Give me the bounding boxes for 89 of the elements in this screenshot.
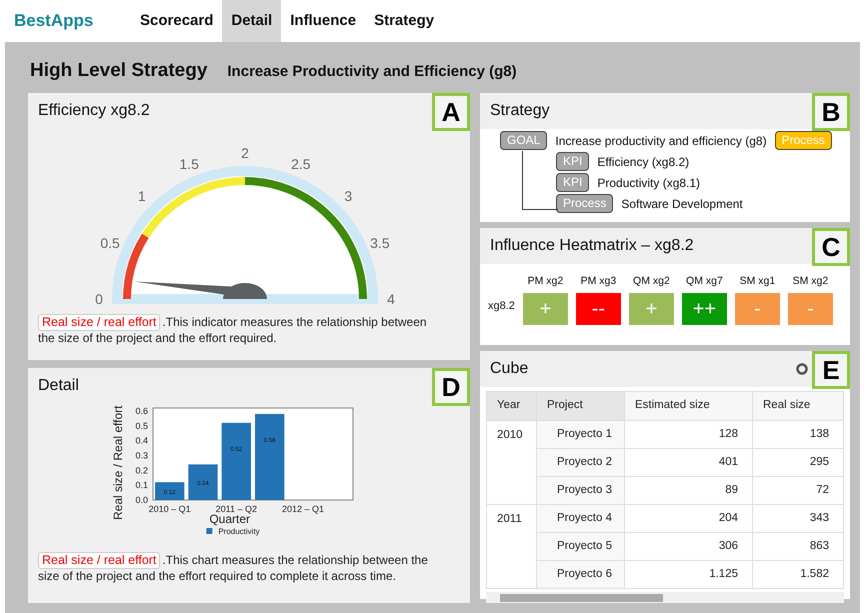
table-cell: 2011 xyxy=(497,513,522,525)
legend-label: Productivity xyxy=(218,527,260,536)
column-label: QM xg2 xyxy=(633,274,670,289)
gauge-tick-label: 0.5 xyxy=(100,235,120,252)
tree-item-label: Software Development xyxy=(621,196,743,212)
table-cell: 128 xyxy=(624,420,752,448)
column-label: SM xg1 xyxy=(740,274,776,289)
table-cell: Proyecto 1 xyxy=(536,420,624,448)
panel-marker: A xyxy=(432,93,470,131)
heat-cell: + xyxy=(628,292,674,325)
panel-marker: E xyxy=(812,351,850,389)
column-label: PM xg3 xyxy=(580,274,616,289)
table-cell: 204 xyxy=(624,504,752,532)
gauge-tick-label: 0 xyxy=(95,291,103,307)
row-label: xg8.2 xyxy=(488,299,515,314)
table-cell: 401 xyxy=(624,448,752,476)
tree-item-label: Productivity (xg8.1) xyxy=(597,174,700,192)
table-cell: 72 xyxy=(752,476,844,504)
description-text: Real size / real effort .This chart measures the relationship between the size of the project and the effort required to complete it across time. xyxy=(38,552,429,584)
panel-marker: D xyxy=(432,368,470,406)
gauge-tick-label: 2 xyxy=(241,145,249,161)
y-tick-label: 0.0 xyxy=(135,495,148,505)
node-tag: GOAL xyxy=(500,131,548,150)
y-tick-label: 0.4 xyxy=(135,436,148,446)
gauge-tick-label: 3.5 xyxy=(370,235,390,252)
table-cell: 295 xyxy=(752,448,844,476)
table-cell: 1.125 xyxy=(624,560,752,588)
panel-title: Influence Heatmatrix – xg8.2 xyxy=(490,236,694,256)
table-cell: Proyecto 4 xyxy=(536,504,624,532)
gauge-tick-label: 1 xyxy=(138,188,146,204)
goal-label: Increase productivity and efficiency (g8) xyxy=(555,132,767,150)
panel-title: Strategy xyxy=(490,101,550,121)
x-axis-label: Quarter xyxy=(209,512,250,526)
column-label: PM xg2 xyxy=(528,274,564,289)
description-text: Real size / real effort .This indicator measures the relationship between the size of the project and the effort required. xyxy=(38,314,428,346)
table-cell: Proyecto 5 xyxy=(536,532,624,560)
nav-tab[interactable]: Detail xyxy=(222,0,282,42)
column-header[interactable]: Estimated size xyxy=(624,392,752,420)
column-label: SM xg2 xyxy=(792,274,828,289)
panel-marker: B xyxy=(812,93,850,131)
search-icon[interactable] xyxy=(796,363,808,375)
y-tick-label: 0.6 xyxy=(135,406,148,416)
y-axis-label: Real size / Real effort xyxy=(111,406,125,520)
panel-marker: C xyxy=(812,228,850,266)
node-tag: KPI xyxy=(556,173,590,192)
table-cell: 2010 xyxy=(497,429,523,441)
node-tag: Process xyxy=(556,194,614,213)
tree-item-label: Efficiency (xg8.2) xyxy=(597,154,690,170)
horizontal-scrollbar[interactable] xyxy=(486,592,844,603)
table-cell: 1.582 xyxy=(752,560,844,588)
panel-title: Efficiency xg8.2 xyxy=(38,101,150,121)
table-cell: 863 xyxy=(752,532,844,560)
node-tag: KPI xyxy=(556,152,590,171)
heat-cell: - xyxy=(788,292,833,325)
gauge-tick-label: 2.5 xyxy=(291,156,311,172)
column-label: QM xg7 xyxy=(686,274,723,289)
column-header[interactable]: Real size xyxy=(752,392,844,420)
y-tick-label: 0.3 xyxy=(135,450,148,460)
x-tick-label: 2011 – Q2 xyxy=(216,504,258,514)
panel-title: Detail xyxy=(38,376,79,396)
brand-logo[interactable]: BestApps xyxy=(0,0,131,42)
metric-tag: Real size / real effort xyxy=(38,314,160,331)
heat-cell: ++ xyxy=(682,292,727,325)
table-cell: Proyecto 3 xyxy=(536,476,624,504)
column-header[interactable]: Year xyxy=(486,392,536,420)
heat-cell: + xyxy=(522,292,568,325)
table-cell: 343 xyxy=(752,504,844,532)
y-tick-label: 0.1 xyxy=(135,480,148,490)
column-header[interactable]: Project xyxy=(536,392,624,420)
gauge-tick-label: 4 xyxy=(387,291,395,307)
page-subtitle: Increase Productivity and Efficiency (g8) xyxy=(227,62,517,82)
x-tick-label: 2010 – Q1 xyxy=(148,504,191,514)
table-cell: Proyecto 6 xyxy=(536,560,624,588)
gauge-tick-label: 1.5 xyxy=(179,156,199,172)
gauge-tick-label: 3 xyxy=(344,188,352,204)
metric-tag: Real size / real effort xyxy=(38,552,160,569)
table-cell: 306 xyxy=(624,532,752,560)
heat-cell: - xyxy=(734,292,780,325)
node-tag: Process xyxy=(774,131,832,150)
scrollbar-thumb[interactable] xyxy=(500,594,663,602)
y-tick-label: 0.5 xyxy=(135,420,148,431)
table-cell: Proyecto 2 xyxy=(536,448,624,476)
x-tick-label: 2012 – Q1 xyxy=(282,504,324,514)
y-tick-label: 0.2 xyxy=(135,465,148,476)
panel-title: Cube xyxy=(490,359,528,379)
page-title: High Level Strategy xyxy=(30,59,208,83)
table-cell: 138 xyxy=(752,420,844,448)
table-cell: 89 xyxy=(624,476,752,504)
heat-cell: -- xyxy=(576,292,621,325)
